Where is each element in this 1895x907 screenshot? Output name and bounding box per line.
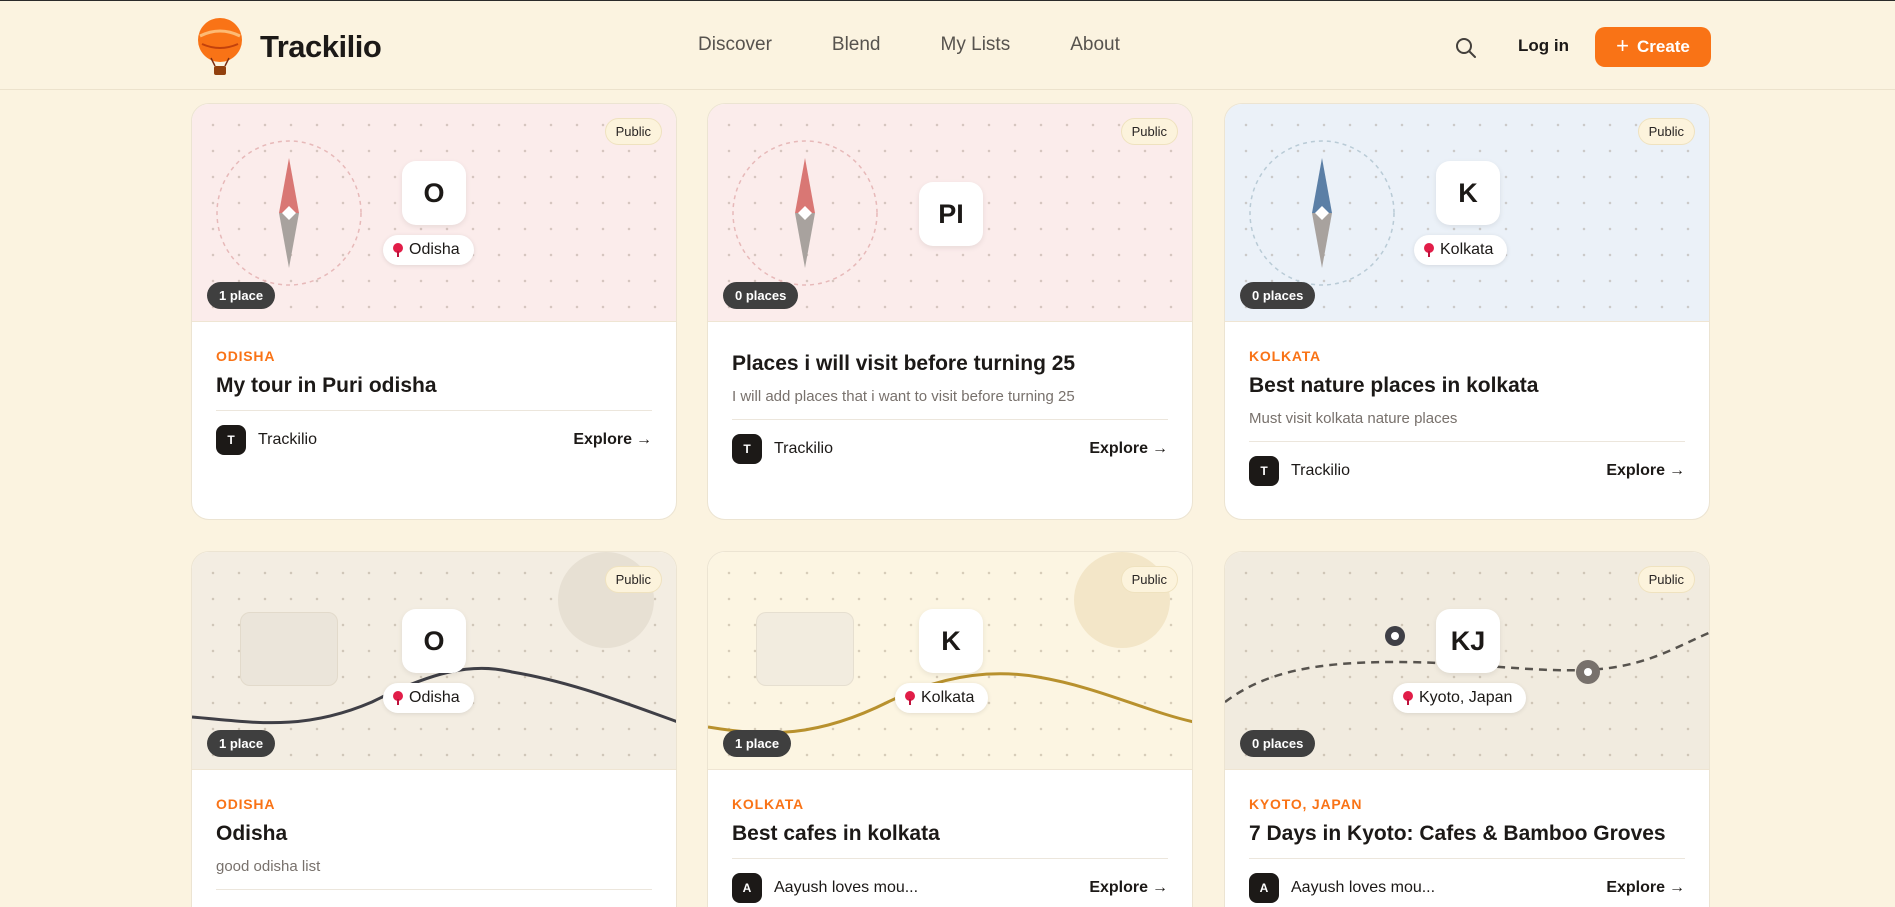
- card-cover: PI Public 0 places: [708, 104, 1192, 322]
- list-card[interactable]: K Kolkata Public 1 place KOLKATA Best ca…: [707, 551, 1193, 907]
- place-count-badge: 1 place: [723, 730, 792, 757]
- avatar: T: [216, 425, 246, 455]
- map-pin-icon: [393, 691, 403, 705]
- card-author[interactable]: T Trackilio: [1249, 456, 1350, 486]
- list-card[interactable]: O Odisha Public 1 place ODISHA My tour i…: [191, 103, 677, 520]
- card-cover: K Kolkata Public 0 places: [1225, 104, 1709, 322]
- compass-icon: [732, 140, 878, 286]
- card-category: ODISHA: [216, 796, 276, 812]
- compass-icon: [1249, 140, 1395, 286]
- compass-icon: [216, 140, 362, 286]
- card-cover: KJ Kyoto, Japan Public 0 places: [1225, 552, 1709, 770]
- visibility-badge: Public: [1637, 566, 1695, 593]
- place-count-badge: 0 places: [1240, 282, 1316, 309]
- author-name: Aayush loves mou...: [1291, 879, 1436, 896]
- nav-discover[interactable]: Discover: [698, 34, 772, 56]
- visibility-badge: Public: [604, 566, 662, 593]
- map-pin-icon: [905, 691, 915, 705]
- card-category: KYOTO, JAPAN: [1249, 796, 1363, 812]
- card-cover: O Odisha Public 1 place: [192, 104, 676, 322]
- explore-link[interactable]: Explore →: [1606, 879, 1685, 897]
- card-author[interactable]: T Trackilio: [216, 425, 317, 455]
- place-count-badge: 1 place: [207, 730, 276, 757]
- explore-link[interactable]: Explore →: [1089, 440, 1168, 458]
- card-title[interactable]: Best cafes in kolkata: [732, 822, 1168, 846]
- author-name: Trackilio: [1291, 462, 1350, 479]
- avatar: A: [732, 873, 762, 903]
- card-author[interactable]: A Aayush loves mou...: [732, 873, 918, 903]
- list-initial: KJ: [1436, 609, 1500, 673]
- visibility-badge: Public: [1120, 118, 1178, 145]
- brand-logo[interactable]: Trackilio: [196, 18, 382, 76]
- avatar: T: [1249, 456, 1279, 486]
- card-category: KOLKATA: [1249, 348, 1321, 364]
- top-nav-bar: Trackilio Discover Blend My Lists About …: [0, 0, 1895, 90]
- author-name: Trackilio: [774, 440, 833, 457]
- arrow-right-icon: →: [1669, 879, 1685, 896]
- visibility-badge: Public: [604, 118, 662, 145]
- card-title[interactable]: Places i will visit before turning 25: [732, 352, 1168, 376]
- place-count-badge: 1 place: [207, 282, 276, 309]
- location-tag: Kolkata: [895, 683, 989, 713]
- avatar: T: [732, 434, 762, 464]
- card-cover: K Kolkata Public 1 place: [708, 552, 1192, 770]
- list-card[interactable]: PI Public 0 places Places i will visit b…: [707, 103, 1193, 520]
- arrow-right-icon: →: [636, 431, 652, 448]
- card-category: ODISHA: [216, 348, 276, 364]
- create-label: Create: [1636, 37, 1690, 56]
- arrow-right-icon: →: [1152, 879, 1168, 896]
- visibility-badge: Public: [1120, 566, 1178, 593]
- card-author[interactable]: A Aayush loves mou...: [1249, 873, 1435, 903]
- nav-blend[interactable]: Blend: [832, 34, 881, 56]
- list-initial: K: [919, 609, 983, 673]
- location-tag: Kolkata: [1414, 235, 1508, 265]
- location-tag: Odisha: [383, 683, 474, 713]
- card-cover: O Odisha Public 1 place: [192, 552, 676, 770]
- nav-my-lists[interactable]: My Lists: [941, 34, 1011, 56]
- card-description: I will add places that i want to visit b…: [732, 388, 1075, 405]
- plus-icon: +: [1616, 33, 1629, 58]
- explore-link[interactable]: Explore →: [573, 431, 652, 449]
- list-initial: PI: [919, 182, 983, 246]
- map-pin-icon: [393, 243, 403, 257]
- card-title[interactable]: 7 Days in Kyoto: Cafes & Bamboo Groves: [1249, 822, 1685, 846]
- list-card[interactable]: K Kolkata Public 0 places KOLKATA Best n…: [1224, 103, 1710, 520]
- author-name: Trackilio: [258, 431, 317, 448]
- card-description: good odisha list: [216, 858, 321, 875]
- avatar: A: [1249, 873, 1279, 903]
- explore-link[interactable]: Explore →: [1089, 879, 1168, 897]
- map-pin-icon: [1403, 691, 1413, 705]
- map-pin-icon: [1424, 243, 1434, 257]
- login-link[interactable]: Log in: [1518, 36, 1569, 56]
- visibility-badge: Public: [1637, 118, 1695, 145]
- card-title[interactable]: Odisha: [216, 822, 652, 846]
- list-initial: O: [402, 161, 466, 225]
- list-card[interactable]: KJ Kyoto, Japan Public 0 places KYOTO, J…: [1224, 551, 1710, 907]
- card-title[interactable]: Best nature places in kolkata: [1249, 374, 1685, 398]
- place-count-badge: 0 places: [1240, 730, 1316, 757]
- author-name: Aayush loves mou...: [774, 879, 919, 896]
- card-description: Must visit kolkata nature places: [1249, 410, 1458, 427]
- brand-name: Trackilio: [260, 29, 382, 64]
- list-initial: O: [402, 609, 466, 673]
- main-nav: Discover Blend My Lists About: [698, 34, 1180, 56]
- hot-air-balloon-icon: [196, 18, 244, 76]
- explore-link[interactable]: Explore →: [1606, 462, 1685, 480]
- location-tag: Kyoto, Japan: [1393, 683, 1527, 713]
- arrow-right-icon: →: [1152, 440, 1168, 457]
- card-title[interactable]: My tour in Puri odisha: [216, 374, 652, 398]
- create-button[interactable]: + Create: [1595, 27, 1711, 67]
- location-tag: Odisha: [383, 235, 474, 265]
- list-card[interactable]: O Odisha Public 1 place ODISHA Odisha go…: [191, 551, 677, 907]
- place-count-badge: 0 places: [723, 282, 799, 309]
- list-initial: K: [1436, 161, 1500, 225]
- card-category: KOLKATA: [732, 796, 804, 812]
- card-author[interactable]: T Trackilio: [732, 434, 833, 464]
- nav-about[interactable]: About: [1070, 34, 1120, 56]
- search-icon[interactable]: [1454, 36, 1478, 60]
- arrow-right-icon: →: [1669, 462, 1685, 479]
